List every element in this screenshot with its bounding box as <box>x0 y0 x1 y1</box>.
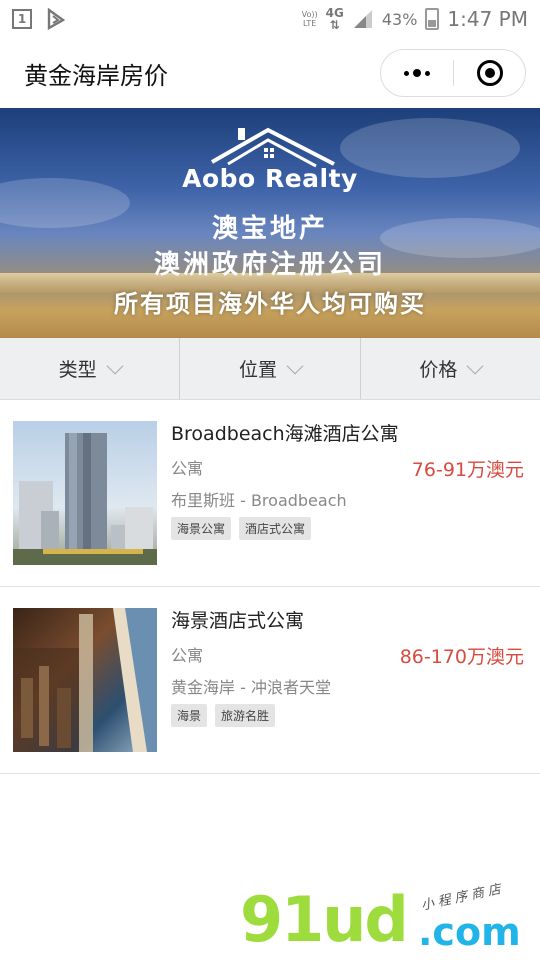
tag: 旅游名胜 <box>215 704 276 727</box>
clock: 1:47 PM <box>447 7 528 31</box>
tag: 海景 <box>171 704 208 727</box>
watermark-domain: .com <box>418 910 521 954</box>
chevron-down-icon <box>286 357 304 374</box>
sim-icon: 1 <box>12 9 32 29</box>
promo-banner[interactable]: Aobo Realty 澳宝地产 澳洲政府注册公司 所有项目海外华人均可购买 <box>0 108 540 338</box>
volte-indicator: Vo)) LTE <box>301 10 318 28</box>
signal-icon <box>353 10 372 28</box>
listing-tags: 海景 旅游名胜 <box>171 704 524 727</box>
listing-location: 布里斯班 - Broadbeach <box>171 491 347 510</box>
close-button[interactable] <box>454 50 525 96</box>
battery-percent: 43% <box>381 9 418 29</box>
page-title: 黄金海岸房价 <box>24 61 168 90</box>
listing-price: 86-170万澳元 <box>399 646 524 668</box>
banner-line-2: 澳洲政府注册公司 <box>153 250 386 280</box>
listing-location: 黄金海岸 - 冲浪者天堂 <box>171 678 331 697</box>
target-close-icon <box>476 60 503 86</box>
listing-list: Broadbeach海滩酒店公寓 公寓 76-91万澳元 布里斯班 - Broa… <box>0 400 540 774</box>
brand-name: Aobo Realty <box>182 164 358 193</box>
listing-name: Broadbeach海滩酒店公寓 <box>171 423 399 445</box>
banner-line-1: 澳宝地产 <box>211 214 328 244</box>
filter-bar: 类型 位置 价格 <box>0 338 540 400</box>
listing-photo <box>13 608 157 752</box>
chevron-down-icon <box>106 357 124 374</box>
watermark: 91ud .com 小程序商店 <box>240 880 540 960</box>
listing-price: 76-91万澳元 <box>411 459 524 481</box>
list-item[interactable]: 海景酒店式公寓 公寓 86-170万澳元 黄金海岸 - 冲浪者天堂 海景 旅游名… <box>0 587 540 774</box>
status-bar: 1 Vo)) LTE 4G ⇅ 43% 1:47 PM <box>0 0 540 38</box>
network-indicator: 4G ⇅ <box>325 6 344 32</box>
filter-price[interactable]: 价格 <box>361 338 540 399</box>
chevron-down-icon <box>466 357 484 374</box>
banner-line-3: 所有项目海外华人均可购买 <box>114 289 426 318</box>
house-logo-icon <box>211 127 335 168</box>
listing-tags: 海景公寓 酒店式公寓 <box>171 517 524 540</box>
battery-icon <box>425 8 440 30</box>
filter-type[interactable]: 类型 <box>0 338 181 399</box>
notification-icon <box>47 8 66 30</box>
more-dots-icon <box>404 70 409 76</box>
watermark-logo: 91ud <box>240 883 409 956</box>
watermark-subtitle: 小程序商店 <box>419 881 507 914</box>
list-item[interactable]: Broadbeach海滩酒店公寓 公寓 76-91万澳元 布里斯班 - Broa… <box>0 400 540 587</box>
listing-photo <box>13 421 157 565</box>
title-bar: 黄金海岸房价 <box>0 38 540 108</box>
filter-location[interactable]: 位置 <box>180 338 361 399</box>
mini-program-capsule <box>380 49 526 97</box>
listing-name: 海景酒店式公寓 <box>171 610 305 632</box>
tag: 酒店式公寓 <box>239 517 312 540</box>
more-button[interactable] <box>381 50 453 96</box>
tag: 海景公寓 <box>171 517 232 540</box>
